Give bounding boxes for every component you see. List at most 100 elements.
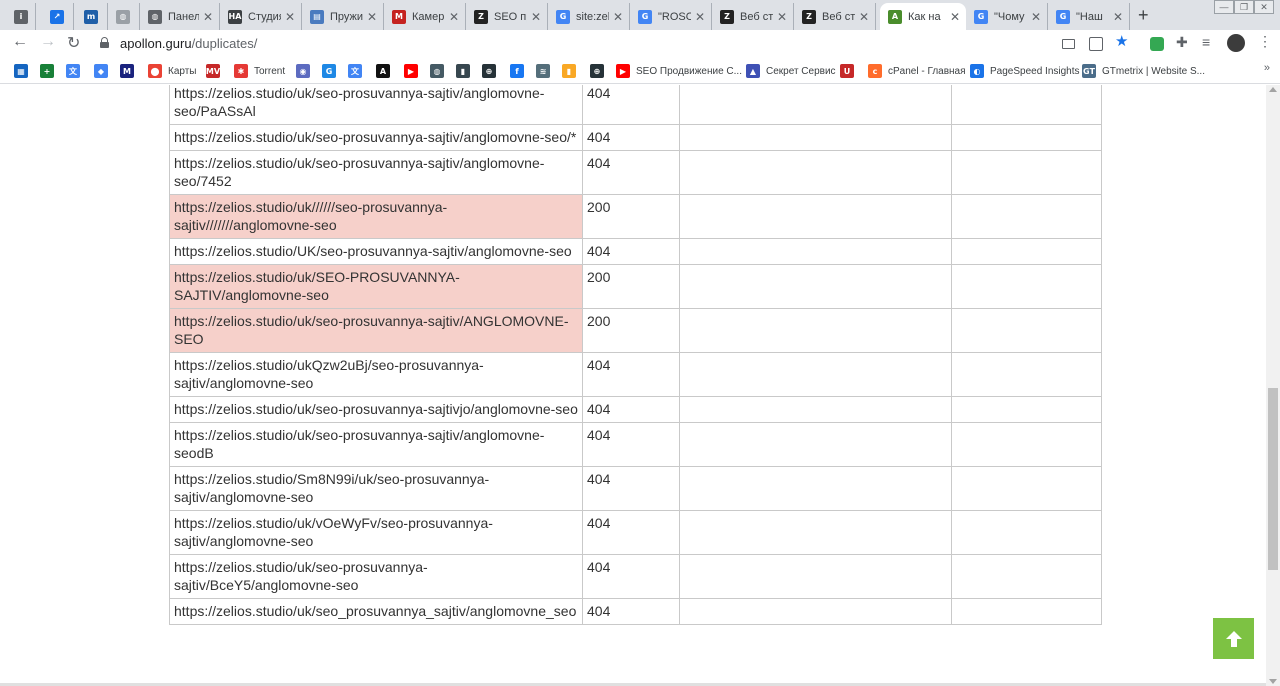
- bookmark-item[interactable]: ⊕: [590, 63, 610, 79]
- close-tab-icon[interactable]: ✕: [1113, 10, 1123, 24]
- qr-code-icon[interactable]: [1089, 37, 1103, 51]
- address-url[interactable]: apollon.guru/duplicates/: [120, 36, 257, 51]
- browser-tab[interactable]: ◍ Панель ✕: [140, 3, 220, 30]
- url-cell: https://zelios.studio/UK/seo-prosuvannya…: [169, 238, 583, 265]
- bookmark-item[interactable]: ▶: [404, 63, 424, 79]
- table-row: https://zelios.studio/uk/seo_prosuvannya…: [169, 598, 1102, 625]
- table-row: https://zelios.studio/uk/seo-prosuvannya…: [169, 554, 1102, 599]
- close-tab-icon[interactable]: ✕: [367, 10, 377, 24]
- bookmark-star-icon[interactable]: ★: [1115, 34, 1129, 50]
- browser-tab[interactable]: Z Веб ст ✕: [712, 3, 794, 30]
- scroll-down-icon[interactable]: [1269, 679, 1277, 684]
- browser-tab[interactable]: ▤ Пружи ✕: [302, 3, 384, 30]
- browser-tab[interactable]: HA Студия ✕: [220, 3, 302, 30]
- bookmark-item[interactable]: G: [322, 63, 342, 79]
- close-tab-icon[interactable]: ✕: [777, 10, 787, 24]
- close-tab-icon[interactable]: ✕: [859, 10, 869, 24]
- bookmark-item[interactable]: ⊕: [482, 63, 502, 79]
- reading-list-icon[interactable]: ≡: [1202, 34, 1216, 50]
- close-tab-icon[interactable]: ✕: [449, 10, 459, 24]
- tab-title: Пружи: [330, 10, 363, 23]
- close-tab-icon[interactable]: ✕: [285, 10, 295, 24]
- close-tab-icon[interactable]: ✕: [613, 10, 623, 24]
- cast-icon[interactable]: [1062, 39, 1075, 49]
- bookmark-item[interactable]: A: [376, 63, 396, 79]
- bookmark-item[interactable]: ≋: [536, 63, 556, 79]
- bookmark-item[interactable]: M: [120, 63, 140, 79]
- bookmark-item[interactable]: ▶ SEO Продвижение С...: [616, 63, 742, 79]
- forward-icon[interactable]: →: [40, 33, 56, 51]
- minimize-icon[interactable]: —: [1214, 0, 1234, 14]
- browser-tab[interactable]: G "Чому ✕: [966, 3, 1048, 30]
- bookmark-item[interactable]: ◍: [430, 63, 450, 79]
- extensions-puzzle-icon[interactable]: ✚: [1176, 34, 1190, 50]
- bookmark-item[interactable]: GT GTmetrix | Website S...: [1082, 63, 1205, 79]
- empty-cell: [951, 194, 1102, 239]
- close-tab-icon[interactable]: ✕: [695, 10, 705, 24]
- close-tab-icon[interactable]: ✕: [950, 10, 960, 24]
- globe-icon: ◍: [148, 9, 162, 24]
- bookmark-item[interactable]: ◉: [296, 63, 316, 79]
- ha-icon: HA: [228, 9, 242, 24]
- avatar[interactable]: [1227, 34, 1245, 52]
- browser-tab[interactable]: A Как на ✕: [880, 3, 966, 30]
- table-row: https://zelios.studio/uk/vOeWyFv/seo-pro…: [169, 510, 1102, 555]
- browser-tab[interactable]: m: [76, 3, 108, 30]
- scroll-to-top-button[interactable]: [1213, 618, 1254, 659]
- scroll-up-icon[interactable]: [1269, 87, 1277, 92]
- table-row: https://zelios.studio/uk/seo-prosuvannya…: [169, 396, 1102, 423]
- bookmark-item[interactable]: ▲ Секрет Сервис: [746, 63, 836, 79]
- extension-shield-icon[interactable]: [1150, 37, 1164, 51]
- close-tab-icon[interactable]: ✕: [203, 10, 213, 24]
- vertical-scrollbar[interactable]: [1266, 85, 1280, 686]
- bookmark-label: Карты: [168, 65, 197, 77]
- browser-tab[interactable]: Gsite:zel ✕: [548, 3, 630, 30]
- empty-cell: [951, 422, 1102, 467]
- empty-cell: [679, 150, 952, 195]
- bookmark-item[interactable]: U: [840, 63, 860, 79]
- browser-tab[interactable]: M Камер ✕: [384, 3, 466, 30]
- bookmark-item[interactable]: ✱ Torrent: [234, 63, 285, 79]
- browser-tab[interactable]: Z SEO пр ✕: [466, 3, 548, 30]
- url-cell: https://zelios.studio/uk/vOeWyFv/seo-pro…: [169, 510, 583, 555]
- bookmark-item[interactable]: ▮: [562, 63, 582, 79]
- bookmarks-overflow-icon[interactable]: »: [1264, 62, 1270, 74]
- close-tab-icon[interactable]: ✕: [531, 10, 541, 24]
- bookmark-item[interactable]: ◐ PageSpeed Insights: [970, 63, 1080, 79]
- address-bar[interactable]: apollon.guru/duplicates/: [92, 32, 1142, 56]
- bookmark-item[interactable]: ▮: [456, 63, 476, 79]
- arrow-up-icon: [1225, 630, 1242, 647]
- table-row: https://zelios.studio/uk/SEO-PROSUVANNYA…: [169, 264, 1102, 309]
- bookmark-item[interactable]: +: [40, 63, 60, 79]
- empty-cell: [679, 352, 952, 397]
- url-cell: https://zelios.studio/uk//////seo-prosuv…: [169, 194, 583, 239]
- scrollbar-thumb[interactable]: [1268, 388, 1278, 570]
- bookmark-item[interactable]: 文: [348, 63, 368, 79]
- browser-tab[interactable]: G "ROSO ✕: [630, 3, 712, 30]
- z-logo-icon: Z: [720, 9, 734, 24]
- bookmark-item[interactable]: c cPanel - Главная: [868, 63, 966, 79]
- reload-icon[interactable]: ↻: [67, 33, 80, 53]
- back-icon[interactable]: ←: [12, 33, 28, 51]
- browser-tab[interactable]: Z Веб ст ✕: [794, 3, 876, 30]
- bookmark-item[interactable]: f: [510, 63, 530, 79]
- menu-kebab-icon[interactable]: ⋮: [1258, 33, 1272, 49]
- tab-title: Веб ст: [822, 10, 855, 23]
- bookmark-item[interactable]: ⬤ Карты: [148, 63, 197, 79]
- bookmark-item[interactable]: 文: [66, 63, 86, 79]
- tab-title: SEO пр: [494, 10, 527, 23]
- bookmark-item[interactable]: ◆: [94, 63, 114, 79]
- restore-icon[interactable]: ❐: [1234, 0, 1254, 14]
- browser-tab[interactable]: i: [6, 3, 36, 30]
- globe-icon: ⊕: [482, 64, 496, 78]
- bookmark-item[interactable]: MV: [206, 63, 226, 79]
- empty-cell: [679, 554, 952, 599]
- browser-tab[interactable]: ↗: [42, 3, 74, 30]
- close-window-icon[interactable]: ✕: [1254, 0, 1274, 14]
- browser-tab[interactable]: ◍: [108, 3, 140, 30]
- url-cell: https://zelios.studio/uk/seo-prosuvannya…: [169, 308, 583, 353]
- close-tab-icon[interactable]: ✕: [1031, 10, 1041, 24]
- new-tab-button[interactable]: +: [1138, 5, 1149, 26]
- bookmark-item[interactable]: ▦: [14, 63, 34, 79]
- browser-tab[interactable]: G "Наш ✕: [1048, 3, 1130, 30]
